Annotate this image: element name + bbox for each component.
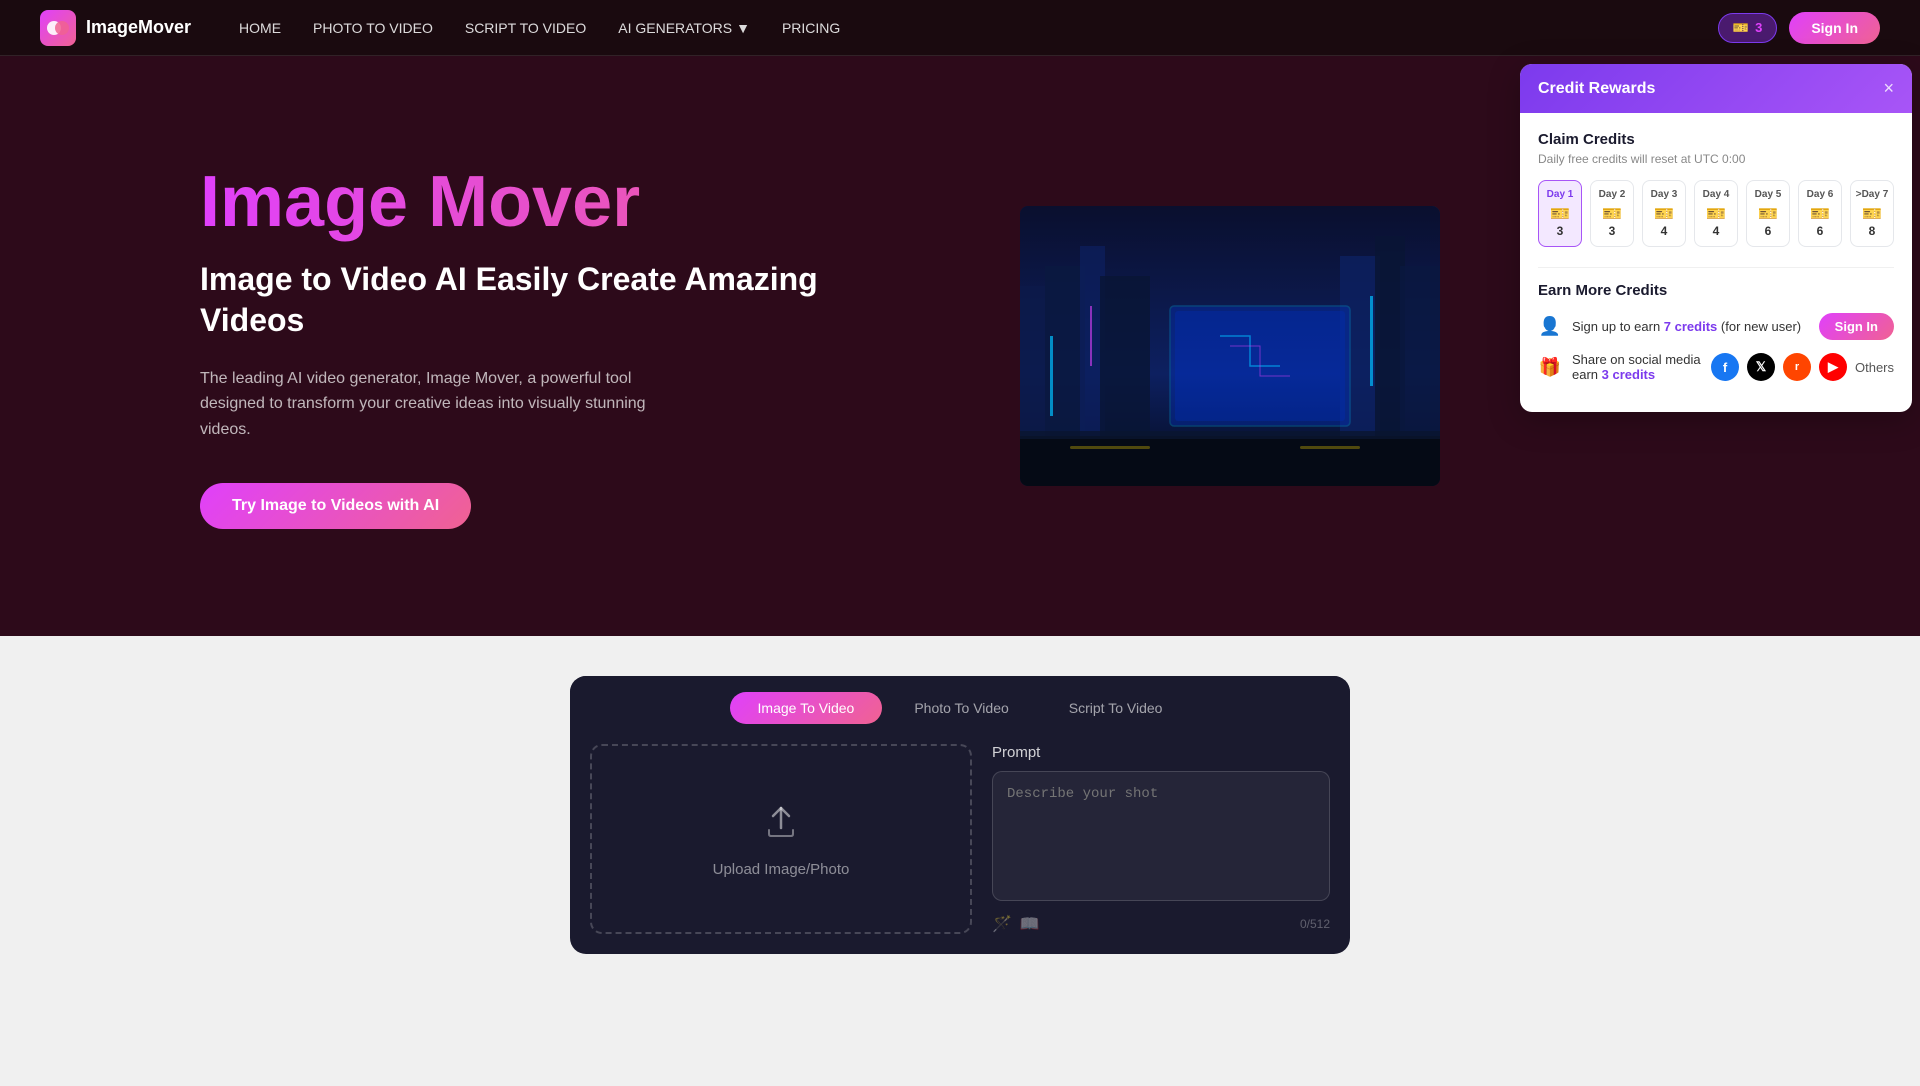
youtube-share-button[interactable]: ▶ bbox=[1819, 353, 1847, 381]
others-link[interactable]: Others bbox=[1855, 360, 1894, 375]
hero-video-preview bbox=[1020, 206, 1440, 486]
claim-title: Claim Credits bbox=[1538, 131, 1894, 148]
logo-icon bbox=[40, 10, 76, 46]
bottom-section: Image To Video Photo To Video Script To … bbox=[0, 636, 1920, 1086]
prompt-area: Prompt 🪄 📖 0/512 bbox=[992, 744, 1330, 934]
nav-photo-to-video[interactable]: PHOTO TO VIDEO bbox=[313, 20, 433, 36]
hero-description: The leading AI video generator, Image Mo… bbox=[200, 366, 700, 443]
claim-subtitle: Daily free credits will reset at UTC 0:0… bbox=[1538, 152, 1894, 166]
day-box-4[interactable]: Day 4 🎫 4 bbox=[1694, 180, 1738, 247]
day-box-7[interactable]: >Day 7 🎫 8 bbox=[1850, 180, 1894, 247]
day-box-2[interactable]: Day 2 🎫 3 bbox=[1590, 180, 1634, 247]
prompt-textarea[interactable] bbox=[992, 771, 1330, 901]
earn-signin-button[interactable]: Sign In bbox=[1819, 313, 1894, 340]
hero-subtitle: Image to Video AI Easily Create Amazing … bbox=[200, 259, 920, 342]
upload-area[interactable]: Upload Image/Photo bbox=[590, 744, 972, 934]
popup-close-button[interactable]: × bbox=[1883, 78, 1894, 99]
book-icon[interactable]: 📖 bbox=[1020, 914, 1040, 934]
day-box-1[interactable]: Day 1 🎫 3 bbox=[1538, 180, 1582, 247]
tab-content: Upload Image/Photo Prompt 🪄 📖 0/512 bbox=[570, 724, 1350, 954]
social-icons-row: f 𝕏 r ▶ Others bbox=[1711, 353, 1894, 381]
nav-pricing[interactable]: PRICING bbox=[782, 20, 840, 36]
nav-links: HOME PHOTO TO VIDEO SCRIPT TO VIDEO AI G… bbox=[239, 20, 1718, 36]
upload-label: Upload Image/Photo bbox=[713, 861, 850, 878]
tab-script-to-video[interactable]: Script To Video bbox=[1041, 692, 1191, 724]
prompt-icons: 🪄 📖 bbox=[992, 914, 1040, 934]
day-box-3[interactable]: Day 3 🎫 4 bbox=[1642, 180, 1686, 247]
tab-photo-to-video[interactable]: Photo To Video bbox=[886, 692, 1036, 724]
nav-signin-button[interactable]: Sign In bbox=[1789, 12, 1880, 44]
prompt-count: 0/512 bbox=[1300, 917, 1330, 931]
facebook-share-button[interactable]: f bbox=[1711, 353, 1739, 381]
gift-icon: 🎁 bbox=[1538, 357, 1562, 378]
credit-icon: 🎫 bbox=[1733, 20, 1749, 36]
popup-body: Claim Credits Daily free credits will re… bbox=[1520, 113, 1912, 412]
day-box-6[interactable]: Day 6 🎫 6 bbox=[1798, 180, 1842, 247]
hero-image-area bbox=[980, 206, 1480, 486]
popup-title: Credit Rewards bbox=[1538, 80, 1655, 98]
nav-home[interactable]: HOME bbox=[239, 20, 281, 36]
hero-cta-button[interactable]: Try Image to Videos with AI bbox=[200, 483, 471, 529]
hero-content: Image Mover Image to Video AI Easily Cre… bbox=[200, 163, 920, 528]
nav-ai-generators[interactable]: AI GENERATORS ▼ bbox=[618, 20, 750, 36]
nav-right: 🎫 3 Sign In bbox=[1718, 12, 1880, 44]
earn-title: Earn More Credits bbox=[1538, 282, 1894, 299]
twitter-share-button[interactable]: 𝕏 bbox=[1747, 353, 1775, 381]
magic-icon[interactable]: 🪄 bbox=[992, 914, 1012, 934]
hero-title: Image Mover bbox=[200, 163, 920, 242]
tab-container: Image To Video Photo To Video Script To … bbox=[570, 676, 1350, 954]
credit-popup-overlay: Credit Rewards × Claim Credits Daily fre… bbox=[1520, 56, 1920, 412]
credits-badge[interactable]: 🎫 3 bbox=[1718, 13, 1777, 43]
earn-share-text: Share on social media earn 3 credits bbox=[1572, 352, 1701, 382]
reddit-share-button[interactable]: r bbox=[1783, 353, 1811, 381]
credits-count: 3 bbox=[1755, 20, 1762, 35]
earn-signup-row: 👤 Sign up to earn 7 credits (for new use… bbox=[1538, 313, 1894, 340]
earn-signup-text: Sign up to earn 7 credits (for new user) bbox=[1572, 319, 1809, 334]
chevron-down-icon: ▼ bbox=[736, 20, 750, 36]
upload-icon bbox=[761, 800, 801, 849]
popup-header: Credit Rewards × bbox=[1520, 64, 1912, 113]
prompt-label: Prompt bbox=[992, 744, 1330, 761]
day-box-5[interactable]: Day 5 🎫 6 bbox=[1746, 180, 1790, 247]
navbar: ImageMover HOME PHOTO TO VIDEO SCRIPT TO… bbox=[0, 0, 1920, 56]
tab-image-to-video[interactable]: Image To Video bbox=[730, 692, 883, 724]
logo-text: ImageMover bbox=[86, 17, 191, 38]
prompt-footer: 🪄 📖 0/512 bbox=[992, 914, 1330, 934]
nav-logo[interactable]: ImageMover bbox=[40, 10, 191, 46]
earn-share-row: 🎁 Share on social media earn 3 credits f… bbox=[1538, 352, 1894, 382]
credit-popup: Credit Rewards × Claim Credits Daily fre… bbox=[1520, 64, 1912, 412]
days-row: Day 1 🎫 3 Day 2 🎫 3 Day 3 🎫 4 Day 4 🎫 bbox=[1538, 180, 1894, 247]
nav-script-to-video[interactable]: SCRIPT TO VIDEO bbox=[465, 20, 586, 36]
user-icon: 👤 bbox=[1538, 316, 1562, 337]
tabs-bar: Image To Video Photo To Video Script To … bbox=[570, 676, 1350, 724]
